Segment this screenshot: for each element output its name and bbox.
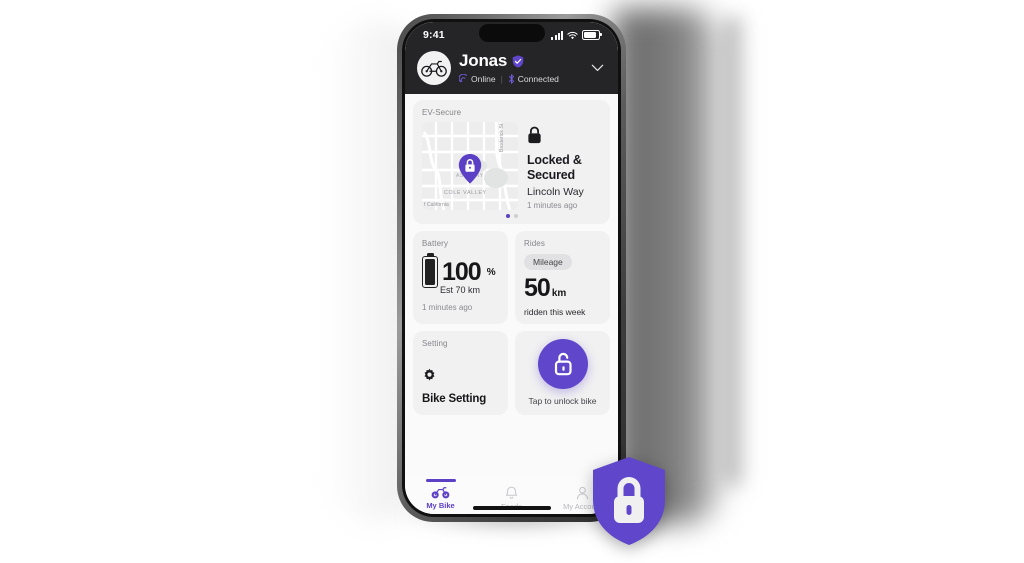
gear-icon [422, 368, 499, 388]
user-name: Jonas [459, 51, 508, 71]
map-thumbnail[interactable]: Broderick St COLE VALLEY ASHBURY f Calif… [422, 122, 518, 210]
battery-label: Battery [422, 239, 449, 248]
unlock-button[interactable] [537, 339, 588, 389]
tab-my-bike-label: My Bike [426, 501, 455, 510]
padlock-closed-icon [527, 126, 601, 149]
backdrop-shadow-right [612, 8, 730, 524]
bicycle-avatar-icon [421, 60, 447, 77]
lock-street: Lincoln Way [527, 185, 584, 198]
chevron-down-icon[interactable] [589, 53, 606, 83]
verified-shield-icon [512, 55, 524, 68]
rides-caption: ridden this week [524, 307, 586, 317]
name-line: Jonas [459, 51, 581, 71]
avatar[interactable] [417, 51, 451, 85]
svg-text:f California: f California [424, 202, 449, 208]
phone-frame: 9:41 Jonas Online | Connected EV-Secure … [397, 14, 626, 522]
bike-setting-card[interactable]: Setting Bike Setting [413, 331, 508, 415]
ev-secure-label: EV-Secure [422, 108, 462, 117]
unlock-card[interactable]: Tap to unlock bike [515, 331, 610, 415]
battery-full-icon [422, 253, 438, 288]
battery-estimate: Est 70 km [440, 285, 481, 295]
dynamic-island [478, 24, 545, 42]
phone-bezel: 9:41 Jonas Online | Connected EV-Secure … [402, 19, 621, 517]
mileage-chip[interactable]: Mileage [524, 254, 572, 270]
profile-name-block: Jonas Online | Connected [459, 51, 581, 84]
svg-text:Broderick St: Broderick St [499, 123, 505, 152]
carousel-dot-2[interactable] [513, 214, 518, 218]
backdrop-shadow-far [724, 16, 750, 486]
rides-card[interactable]: Rides Mileage 50 km ridden this week [515, 231, 610, 324]
user-icon [576, 486, 589, 500]
status-bar-clock: 9:41 [423, 29, 445, 41]
lock-status-info: Locked & Secured Lincoln Way 1 minutes a… [527, 122, 601, 210]
rides-label: Rides [524, 239, 545, 248]
setting-label: Setting [422, 339, 448, 348]
status-separator: | [500, 73, 503, 84]
wifi-icon [567, 31, 578, 39]
status-connected-label: Connected [517, 73, 559, 84]
lock-updated-time: 1 minutes ago [527, 200, 578, 210]
bell-icon [505, 486, 518, 499]
ev-secure-card[interactable]: EV-Secure Broderick St COLE VALLEY f Cal… [413, 100, 610, 224]
unlock-caption: Tap to unlock bike [528, 396, 597, 406]
battery-value: 100 [442, 257, 482, 286]
lock-status-title-line2: Secured [527, 167, 575, 182]
signal-icon [459, 74, 467, 83]
profile-row[interactable]: Jonas Online | Connected [417, 51, 606, 85]
bottom-row: Setting Bike Setting Tap to unlock bike [413, 331, 610, 415]
tab-my-bike[interactable]: My Bike [405, 479, 476, 511]
shield-lock-icon [593, 457, 665, 545]
rides-metric-row: 50 km [524, 276, 601, 301]
tab-active-indicator [425, 479, 456, 482]
battery-card[interactable]: Battery 100 % Est 70 km 1 minutes ago [413, 231, 508, 324]
carousel-dots[interactable] [422, 214, 601, 218]
cellular-bars-icon [551, 30, 563, 40]
status-online-label: Online [471, 73, 496, 84]
carousel-dot-1[interactable] [505, 214, 510, 218]
stats-row: Battery 100 % Est 70 km 1 minutes ago Ri… [413, 231, 610, 324]
connectivity-status: Online | Connected [459, 74, 581, 84]
padlock-open-icon [554, 352, 572, 376]
map-row: Broderick St COLE VALLEY ASHBURY f Calif… [422, 122, 601, 210]
svg-text:COLE VALLEY: COLE VALLEY [444, 190, 487, 196]
phone-screen: 9:41 Jonas Online | Connected EV-Secure … [405, 22, 618, 514]
bottom-tab-bar: My Bike Feeds My Account [405, 477, 618, 514]
setting-body: Bike Setting [422, 368, 499, 405]
battery-metric-row: 100 % [422, 253, 499, 288]
status-online: Online [459, 74, 496, 84]
battery-unit: % [486, 266, 496, 278]
status-bar: 9:41 [417, 22, 606, 48]
lock-status-title: Locked & Secured [527, 153, 601, 183]
rides-unit: km [551, 288, 567, 299]
main-content: EV-Secure Broderick St COLE VALLEY f Cal… [405, 94, 618, 477]
lock-status-title-line1: Locked & [527, 153, 582, 167]
status-connected: Connected [508, 74, 559, 84]
rides-value: 50 [524, 274, 551, 302]
home-indicator [472, 506, 551, 510]
app-header: 9:41 Jonas Online | Connected [405, 22, 618, 94]
battery-updated-time: 1 minutes ago [422, 303, 473, 312]
battery-icon [582, 29, 602, 41]
bike-setting-title: Bike Setting [422, 393, 487, 405]
bluetooth-icon [508, 74, 514, 84]
bicycle-icon [431, 487, 450, 499]
status-bar-icons [551, 29, 602, 41]
